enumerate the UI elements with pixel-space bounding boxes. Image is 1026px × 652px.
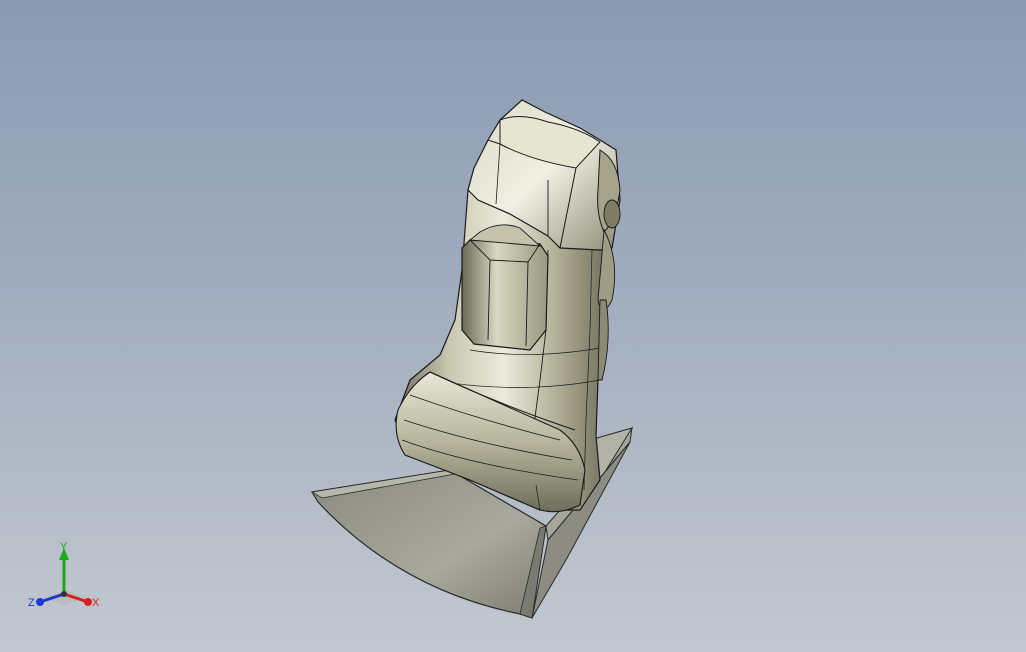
- y-axis-label: Y: [60, 541, 68, 553]
- 3d-model-view[interactable]: [0, 0, 1026, 652]
- graphics-viewport[interactable]: Y X Z: [0, 0, 1026, 652]
- coordinate-triad: Y X Z: [28, 541, 100, 609]
- x-axis-label: X: [92, 597, 100, 609]
- triad-origin: [61, 591, 67, 597]
- z-axis-label: Z: [28, 597, 35, 609]
- z-axis-knob: [36, 598, 44, 606]
- x-axis-knob: [84, 598, 92, 606]
- nose-block[interactable]: [461, 239, 549, 351]
